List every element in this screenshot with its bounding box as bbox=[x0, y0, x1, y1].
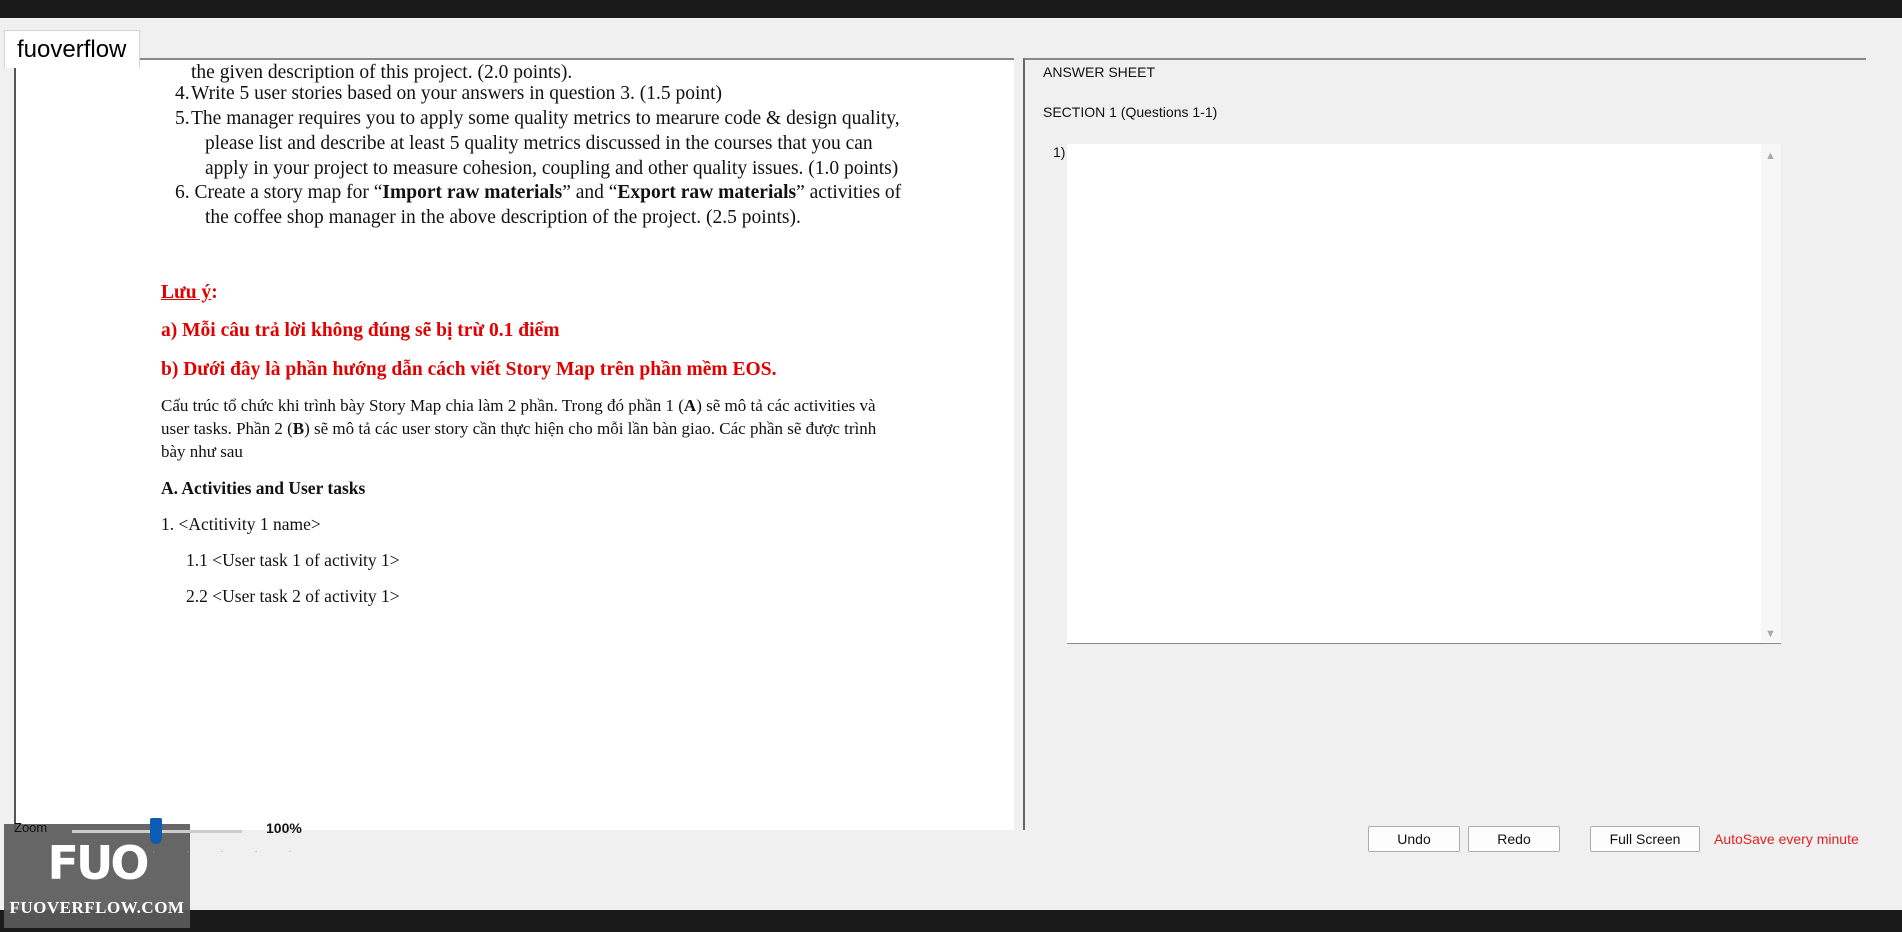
exam-window: fuoverflow the given description of this… bbox=[0, 18, 1902, 928]
task-line: 2.2 <User task 2 of activity 1> bbox=[186, 586, 400, 606]
answer-sheet-title: ANSWER SHEET bbox=[1043, 64, 1156, 80]
answer-sheet-panel: ANSWER SHEET SECTION 1 (Questions 1-1) 1… bbox=[1023, 58, 1866, 830]
section-title: SECTION 1 (Questions 1-1) bbox=[1043, 104, 1218, 120]
list-number: 5. bbox=[175, 108, 190, 129]
section-heading: A. Activities and User tasks bbox=[161, 478, 366, 498]
q6-bold-export: Export raw materials bbox=[617, 182, 797, 203]
fuoverflow-watermark-logo: FUO FUOVERFLOW.COM bbox=[4, 824, 190, 928]
note-b: b) Dưới đây là phần hướng dẫn cách viết … bbox=[161, 359, 777, 380]
para-bold: A bbox=[683, 396, 697, 415]
answer-textarea[interactable] bbox=[1067, 144, 1761, 642]
doc-line: Write 5 user stories based on your answe… bbox=[191, 83, 723, 104]
doc-paragraph: user tasks. Phần 2 (B) sẽ mô tả các user… bbox=[161, 419, 876, 439]
doc-line: The manager requires you to apply some q… bbox=[191, 108, 900, 129]
para-text: user tasks. Phần 2 ( bbox=[161, 419, 293, 438]
scroll-down-icon[interactable]: ▼ bbox=[1765, 628, 1776, 640]
note-title-text: Lưu ý bbox=[161, 282, 212, 303]
q6-text: Create a story map for “ bbox=[194, 182, 383, 203]
document-page: the given description of this project. (… bbox=[26, 60, 998, 790]
doc-line: the given description of this project. (… bbox=[191, 62, 573, 83]
redo-button[interactable]: Redo bbox=[1468, 826, 1560, 852]
answer-box: ▲ ▼ bbox=[1067, 144, 1781, 644]
list-number: 6. bbox=[175, 182, 190, 203]
para-text: ) sẽ mô tả các activities và bbox=[696, 396, 876, 415]
autosave-notice: AutoSave every minute bbox=[1714, 831, 1859, 847]
note-a: a) Mỗi câu trả lời không đúng sẽ bị trừ … bbox=[161, 320, 560, 341]
para-bold: B bbox=[292, 419, 305, 438]
note-title: Lưu ý: bbox=[161, 282, 218, 304]
note-colon: : bbox=[211, 282, 218, 303]
para-text: ) sẽ mô tả các user story cần thực hiện … bbox=[304, 419, 877, 438]
doc-line: please list and describe at least 5 qual… bbox=[205, 133, 873, 154]
scroll-up-icon[interactable]: ▲ bbox=[1765, 150, 1776, 162]
activity-line: 1. <Actitivity 1 name> bbox=[161, 514, 321, 534]
full-screen-button[interactable]: Full Screen bbox=[1590, 826, 1700, 852]
question-document-viewer[interactable]: the given description of this project. (… bbox=[14, 58, 1014, 830]
question-number: 1) bbox=[1053, 144, 1066, 160]
para-text: Cấu trúc tổ chức khi trình bày Story Map… bbox=[161, 396, 684, 415]
task-line: 1.1 <User task 1 of activity 1> bbox=[186, 550, 400, 570]
doc-question-6: 6. Create a story map for “Import raw ma… bbox=[175, 182, 901, 204]
logo-mark: FUO bbox=[47, 836, 150, 890]
zoom-ticks: · · · · · bbox=[152, 846, 306, 857]
q6-text: ” activities of bbox=[796, 182, 902, 203]
q6-text: ” and “ bbox=[562, 182, 618, 203]
q6-bold-import: Import raw materials bbox=[382, 182, 563, 203]
logo-text: FUOVERFLOW.COM bbox=[9, 898, 185, 917]
undo-button[interactable]: Undo bbox=[1368, 826, 1460, 852]
zoom-slider-thumb[interactable] bbox=[150, 818, 162, 844]
doc-line: apply in your project to measure cohesio… bbox=[205, 158, 899, 179]
zoom-label: Zoom bbox=[14, 820, 48, 835]
doc-paragraph: Cấu trúc tổ chức khi trình bày Story Map… bbox=[161, 396, 876, 416]
doc-paragraph: bày như sau bbox=[161, 442, 243, 461]
zoom-value: 100% bbox=[266, 820, 302, 836]
list-number: 4. bbox=[175, 83, 190, 104]
answer-scrollbar[interactable]: ▲ ▼ bbox=[1761, 144, 1781, 642]
brand-tab: fuoverflow bbox=[4, 30, 140, 68]
doc-line: the coffee shop manager in the above des… bbox=[205, 207, 801, 228]
